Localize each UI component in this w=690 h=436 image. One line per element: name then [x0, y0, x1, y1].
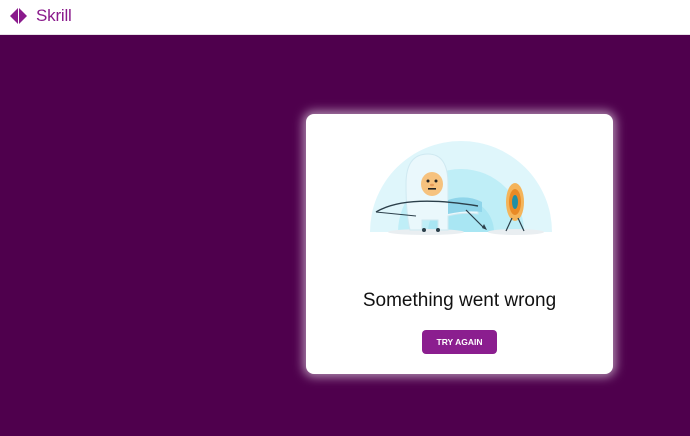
- yeti-archer-illustration: [370, 141, 552, 235]
- try-again-button[interactable]: TRY AGAIN: [422, 330, 497, 354]
- skrill-logo[interactable]: Skrill: [10, 6, 72, 26]
- error-title: Something went wrong: [362, 290, 557, 311]
- skrill-double-arrow-icon: [10, 8, 27, 24]
- brand-name: Skrill: [36, 6, 72, 25]
- top-bar: Skrill: [0, 0, 690, 35]
- error-card: Something went wrong TRY AGAIN: [306, 114, 613, 374]
